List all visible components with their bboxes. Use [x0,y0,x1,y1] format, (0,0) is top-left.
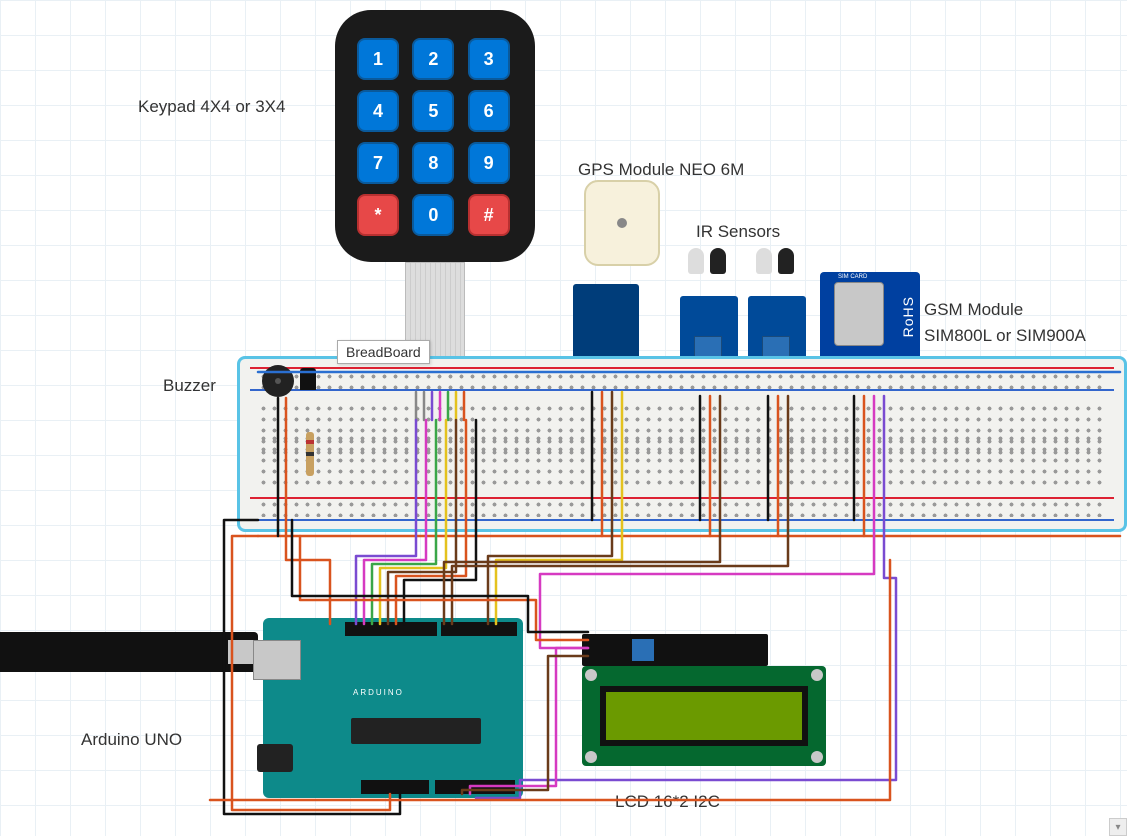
keypad-key-0[interactable]: 0 [412,194,454,236]
keypad-key-6[interactable]: 6 [468,90,510,132]
lcd-screen [600,686,808,746]
usb-port-icon [253,640,301,680]
power-header [361,780,429,794]
breadboard[interactable] [237,356,1127,532]
barrel-jack-icon [257,744,293,772]
keypad-key-*[interactable]: * [357,194,399,236]
digital-header-2 [441,622,517,636]
label-keypad: Keypad 4X4 or 3X4 [138,97,285,117]
keypad-key-7[interactable]: 7 [357,142,399,184]
resistor [306,432,314,476]
gps-antenna [584,180,660,266]
sim-slot-icon [834,282,884,346]
label-lcd: LCD 16*2 I2C [615,792,720,812]
usb-cable [0,632,258,672]
ir-receiver-icon [778,248,794,274]
ir-receiver-icon [710,248,726,274]
i2c-lcd-adapter [582,634,768,666]
keypad-key-1[interactable]: 1 [357,38,399,80]
label-gps: GPS Module NEO 6M [578,160,744,180]
breadboard-tooltip: BreadBoard [337,340,430,364]
buzzer[interactable] [262,365,294,397]
keypad-key-3[interactable]: 3 [468,38,510,80]
lcd-16x2[interactable] [582,666,826,766]
label-gsm-2: SIM800L or SIM900A [924,326,1086,346]
keypad[interactable]: 123 456 789 * 0 # [335,10,535,262]
arduino-silk-label: ARDUINO [353,688,404,697]
keypad-key-5[interactable]: 5 [412,90,454,132]
label-buzzer: Buzzer [163,376,216,396]
ir-emitter-icon [756,248,772,274]
ir-emitter-icon [688,248,704,274]
digital-header [345,622,437,636]
contrast-trimpot-icon [632,639,654,661]
label-ir: IR Sensors [696,222,780,242]
arduino-uno[interactable]: ARDUINO [263,618,523,798]
analog-header [435,780,515,794]
keypad-key-8[interactable]: 8 [412,142,454,184]
rohs-label: RoHS [900,296,916,337]
label-gsm-1: GSM Module [924,300,1023,320]
keypad-key-4[interactable]: 4 [357,90,399,132]
keypad-key-9[interactable]: 9 [468,142,510,184]
transistor [300,368,316,390]
scroll-down-button[interactable]: ▾ [1109,818,1127,836]
atmega-chip-icon [351,718,481,744]
keypad-key-2[interactable]: 2 [412,38,454,80]
label-arduino: Arduino UNO [81,730,182,750]
sim-card-label: SIM CARD [838,274,867,280]
keypad-key-#[interactable]: # [468,194,510,236]
